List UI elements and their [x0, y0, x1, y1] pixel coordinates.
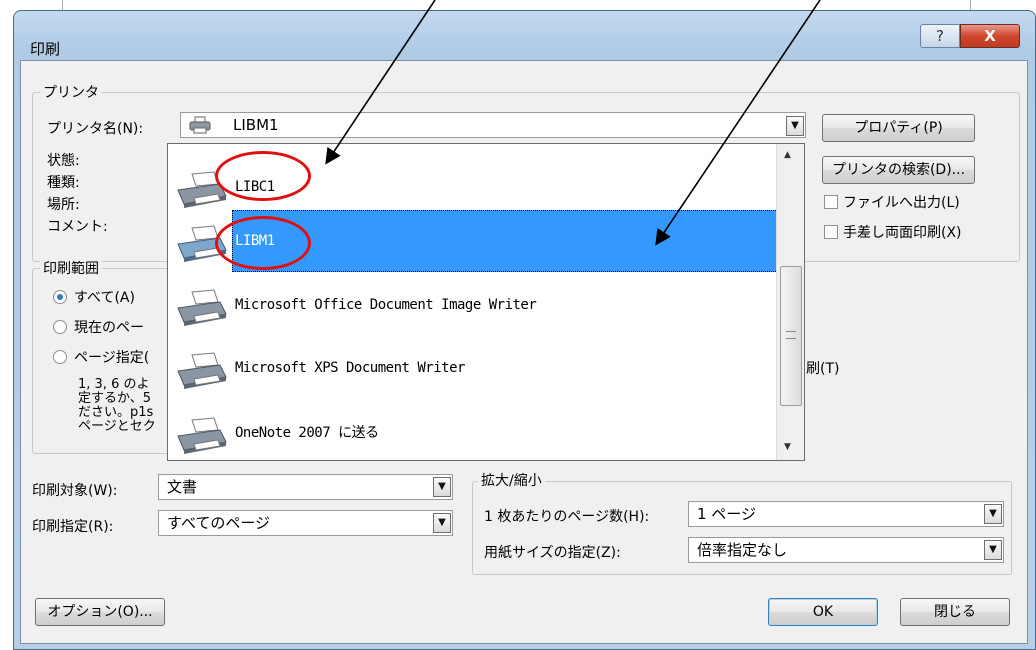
zoom-group-label: 拡大/縮小	[478, 470, 545, 490]
range-current-label[interactable]: 現在のペー	[74, 317, 144, 337]
paper-size-label: 用紙サイズの指定(Z):	[484, 545, 621, 561]
print-what-value: 文書	[167, 478, 198, 496]
pages-per-sheet-label: 1 枚あたりのページ数(H):	[484, 509, 650, 525]
window-close-button[interactable]: X	[960, 24, 1020, 48]
printer-name-label: プリンタ名(N):	[47, 121, 144, 137]
range-help-text: 1, 3, 6 のよ 定するか、5 ださい。p1s ページとセク	[78, 378, 156, 434]
ok-button[interactable]: OK	[768, 598, 878, 626]
print-spec-combo[interactable]: すべてのページ ▼	[158, 510, 453, 536]
list-item-office-image-writer[interactable]: Microsoft Office Document Image Writer	[168, 274, 778, 336]
pages-per-sheet-combo[interactable]: 1 ページ ▼	[688, 501, 1004, 527]
status-label: 状態:	[47, 153, 80, 169]
print-to-file-label[interactable]: ファイルへ出力(L)	[843, 192, 960, 212]
printer-icon	[177, 417, 227, 454]
chevron-down-icon[interactable]: ▼	[984, 504, 1002, 524]
chevron-down-icon[interactable]: ▼	[433, 477, 451, 497]
list-item-xps-writer[interactable]: Microsoft XPS Document Writer	[168, 337, 778, 399]
paper-size-combo[interactable]: 倍率指定なし ▼	[688, 537, 1004, 563]
annotation-circle-libc1	[215, 151, 311, 201]
range-pages-radio[interactable]	[53, 350, 67, 364]
close-button[interactable]: 閉じる	[900, 598, 1010, 626]
print-spec-label: 印刷指定(R):	[32, 519, 114, 535]
location-label: 場所:	[47, 197, 80, 213]
range-pages-label[interactable]: ページ指定(	[74, 347, 149, 367]
annotation-circle-libm1	[215, 216, 311, 270]
type-label: 種類:	[47, 175, 80, 191]
selection-highlight	[232, 210, 778, 272]
list-item-label: Microsoft Office Document Image Writer	[235, 297, 537, 313]
range-all-label[interactable]: すべて(A)	[74, 287, 135, 307]
help-line: 定するか、5	[78, 391, 152, 406]
print-what-combo[interactable]: 文書 ▼	[158, 474, 453, 500]
scrollbar-thumb[interactable]	[780, 266, 802, 406]
grip-icon	[786, 331, 796, 339]
page-range-group-label: 印刷範囲	[40, 258, 102, 278]
print-to-file-checkbox[interactable]	[824, 195, 838, 209]
printer-icon	[177, 289, 227, 326]
help-line: ださい。p1s	[78, 405, 154, 420]
window-title: 印刷	[30, 40, 61, 58]
chevron-down-icon[interactable]: ▼	[433, 513, 451, 533]
range-all-radio[interactable]	[53, 290, 67, 304]
manual-duplex-label[interactable]: 手差し両面印刷(X)	[843, 222, 962, 242]
range-current-radio[interactable]	[53, 320, 67, 334]
pages-per-sheet-value: 1 ページ	[697, 505, 757, 523]
manual-duplex-checkbox[interactable]	[824, 225, 838, 239]
list-item-label: Microsoft XPS Document Writer	[235, 360, 465, 376]
properties-button[interactable]: プロパティ(P)	[822, 114, 975, 142]
scroll-up-icon[interactable]: ▲	[784, 150, 791, 160]
printer-icon	[189, 116, 211, 134]
find-printer-button[interactable]: プリンタの検索(D)...	[822, 156, 975, 184]
printer-group-label: プリンタ	[40, 82, 102, 102]
chevron-down-icon[interactable]: ▼	[786, 116, 804, 136]
printer-name-value: LIBM1	[233, 116, 279, 134]
chevron-down-icon[interactable]: ▼	[984, 540, 1002, 560]
dropdown-scrollbar[interactable]: ▲ ▼	[776, 144, 804, 460]
comment-label: コメント:	[47, 219, 108, 235]
collate-label-partial[interactable]: 刷(T)	[806, 358, 839, 378]
options-button[interactable]: オプション(O)...	[35, 598, 165, 626]
printer-name-combo[interactable]: LIBM1 ▼	[180, 112, 806, 138]
help-button[interactable]: ?	[920, 24, 960, 48]
scroll-down-icon[interactable]: ▼	[784, 442, 791, 452]
print-spec-value: すべてのページ	[167, 514, 271, 532]
help-line: 1, 3, 6 のよ	[78, 377, 150, 392]
list-item-onenote[interactable]: OneNote 2007 に送る	[168, 402, 778, 460]
paper-size-value: 倍率指定なし	[697, 541, 788, 559]
help-line: ページとセク	[78, 419, 156, 434]
printer-icon	[177, 352, 227, 389]
list-item-label: OneNote 2007 に送る	[235, 425, 379, 441]
print-what-label: 印刷対象(W):	[32, 483, 118, 499]
